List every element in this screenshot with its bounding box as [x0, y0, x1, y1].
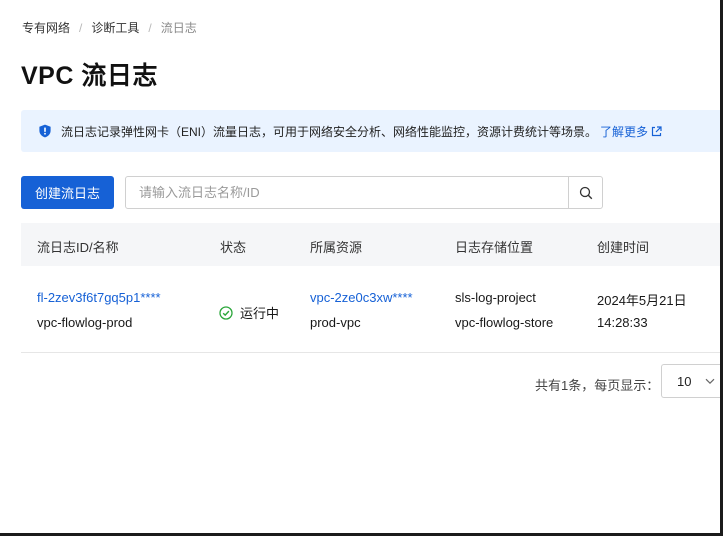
table-row: fl-2zev3f6t7gq5p1**** vpc-flowlog-prod 运…	[21, 266, 723, 353]
column-header-id-name: 流日志ID/名称	[37, 240, 119, 255]
created-date: 2024年5月21日	[597, 293, 687, 308]
breadcrumb-item-diagnostics[interactable]: 诊断工具	[91, 19, 139, 36]
pagination-summary: 共有1条，每页显示：	[535, 378, 660, 393]
shield-icon	[38, 124, 52, 138]
flowlog-id-link[interactable]: fl-2zev3f6t7gq5p1****	[37, 290, 161, 305]
page-title: VPC 流日志	[21, 62, 158, 90]
learn-more-link[interactable]: 了解更多	[600, 123, 662, 140]
breadcrumb: 专有网络 / 诊断工具 / 流日志	[22, 19, 197, 36]
column-header-created: 创建时间	[597, 240, 650, 255]
search-button[interactable]	[568, 177, 602, 208]
column-header-storage: 日志存储位置	[455, 240, 534, 255]
notice-text: 流日志记录弹性网卡（ENI）流量日志，可用于网络安全分析、网络性能监控，资源计费…	[61, 124, 598, 139]
external-link-icon	[651, 125, 662, 136]
log-store: vpc-flowlog-store	[455, 315, 554, 330]
search-box	[125, 176, 603, 209]
search-input[interactable]	[126, 177, 568, 208]
page-size-select[interactable]: 10	[661, 364, 723, 398]
status-badge: 运行中	[219, 303, 279, 322]
search-icon	[579, 186, 592, 199]
column-header-status: 状态	[220, 240, 247, 255]
column-header-resource: 所属资源	[310, 240, 363, 255]
breadcrumb-separator: /	[148, 20, 152, 35]
log-project: sls-log-project	[455, 290, 536, 305]
check-circle-icon	[219, 305, 233, 320]
resource-name: prod-vpc	[310, 315, 361, 330]
flowlog-name: vpc-flowlog-prod	[37, 315, 133, 330]
chevron-down-icon	[705, 378, 715, 385]
resource-id-link[interactable]: vpc-2ze0c3xw****	[310, 290, 413, 305]
create-flowlog-button[interactable]: 创建流日志	[21, 176, 114, 209]
breadcrumb-separator: /	[79, 20, 83, 35]
learn-more-label: 了解更多	[600, 124, 649, 139]
window-border-bottom	[0, 533, 723, 536]
page-size-value: 10	[677, 373, 692, 389]
table-header: 流日志ID/名称 状态 所属资源 日志存储位置 创建时间	[21, 223, 723, 266]
created-time: 14:28:33	[597, 315, 648, 330]
breadcrumb-item-current: 流日志	[160, 21, 197, 35]
breadcrumb-item-vpc[interactable]: 专有网络	[22, 19, 70, 36]
status-text: 运行中	[240, 306, 280, 321]
info-notice: 流日志记录弹性网卡（ENI）流量日志，可用于网络安全分析、网络性能监控，资源计费…	[21, 110, 723, 152]
